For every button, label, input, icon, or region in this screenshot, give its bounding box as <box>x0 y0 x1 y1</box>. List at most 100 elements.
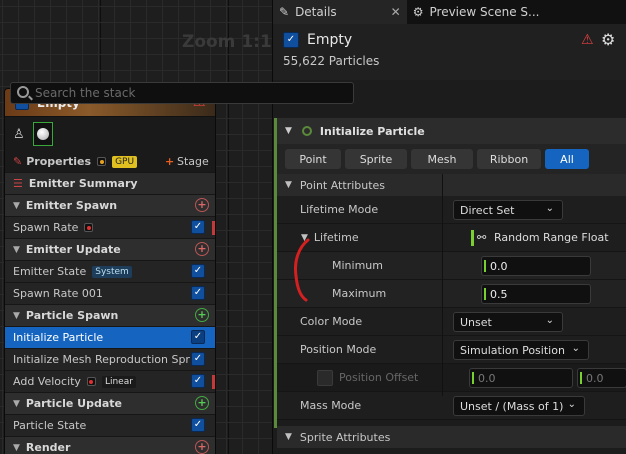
section-emitter-spawn[interactable]: ▼ Emitter Spawn + <box>5 195 215 217</box>
module-header[interactable]: ▼ Initialize Particle <box>277 118 626 144</box>
module-enable-checkbox[interactable]: ✓ <box>191 418 205 432</box>
maximum-input[interactable]: 0.5 <box>481 284 591 304</box>
property-label: Minimum <box>332 259 383 272</box>
figure-icon: ♙ <box>13 126 25 142</box>
properties-pin-icon <box>97 157 107 166</box>
filter-row: Point Sprite Mesh Ribbon All <box>277 144 626 174</box>
position-mode-row: Position Mode Simulation Position ⌄ <box>277 336 626 364</box>
module-emitter-state[interactable]: Emitter State System ✓ <box>5 261 215 283</box>
input-value: 0.0 <box>478 371 496 385</box>
color-mode-dropdown[interactable]: Unset ⌄ <box>453 312 563 332</box>
module-spawn-rate-001[interactable]: Spawn Rate 001 ✓ <box>5 283 215 305</box>
module-label: Initialize Mesh Reproduction Sprite <box>13 353 205 366</box>
minimum-row: Minimum 0.0 <box>277 252 626 280</box>
lifetime-mode-dropdown[interactable]: Direct Set ⌄ <box>453 200 563 220</box>
filter-mesh-button[interactable]: Mesh <box>411 149 473 169</box>
filter-sprite-button[interactable]: Sprite <box>345 149 407 169</box>
value-marker <box>471 230 474 246</box>
add-module-icon[interactable]: + <box>195 308 209 322</box>
dynamic-input-label[interactable]: Random Range Float <box>494 231 609 244</box>
section-particle-spawn[interactable]: ▼ Particle Spawn + <box>5 305 215 327</box>
module-label: Spawn Rate <box>13 221 79 234</box>
module-init-mesh[interactable]: Initialize Mesh Reproduction Sprite ✓ <box>5 349 215 371</box>
section-render[interactable]: ▼ Render + <box>5 437 215 454</box>
chevron-down-icon: ⌄ <box>567 399 576 410</box>
collapse-triangle-icon: ▼ <box>13 310 20 321</box>
mass-mode-dropdown[interactable]: Unset / (Mass of 1) ⌄ <box>453 396 585 416</box>
input-value: 0.0 <box>490 259 508 273</box>
position-offset-checkbox[interactable] <box>317 370 333 386</box>
section-emitter-update[interactable]: ▼ Emitter Update + <box>5 239 215 261</box>
link-icon[interactable]: ⚯ <box>477 231 491 245</box>
input-value: 0.5 <box>490 287 508 301</box>
module-label: Add Velocity <box>13 375 81 388</box>
asset-enable-checkbox[interactable]: ✓ <box>283 32 299 48</box>
property-label: Mass Mode <box>300 399 362 412</box>
close-icon[interactable]: ✕ <box>391 5 401 19</box>
position-offset-x-input[interactable]: 0.0 <box>469 368 573 388</box>
module-label: Initialize Particle <box>13 331 104 344</box>
section-label: Render <box>25 441 71 454</box>
gear-icon[interactable]: ⚙ <box>601 30 615 49</box>
module-pin-icon <box>86 377 96 386</box>
mass-mode-row: Mass Mode Unset / (Mass of 1) ⌄ <box>277 392 626 420</box>
emitter-node[interactable]: ✓ Empty ⚠ ♙ ✎ Properties GPU + Stage ☰ E… <box>4 88 216 454</box>
zoom-label: Zoom 1:1 <box>182 32 272 52</box>
tab-label: Details <box>295 5 337 19</box>
gear-icon: ⚙ <box>412 5 424 19</box>
module-enable-checkbox[interactable]: ✓ <box>191 374 205 388</box>
collapse-triangle-icon: ▼ <box>285 432 292 442</box>
search-placeholder: Search the stack <box>35 86 136 100</box>
position-mode-dropdown[interactable]: Simulation Position ⌄ <box>453 340 589 360</box>
module-label: Spawn Rate 001 <box>13 287 103 300</box>
renderer-thumbnail[interactable] <box>32 122 53 146</box>
module-add-velocity[interactable]: Add Velocity Linear ✓ <box>5 371 215 393</box>
red-annotation-mark <box>294 238 310 302</box>
emitter-summary-row[interactable]: ☰ Emitter Summary <box>5 173 215 195</box>
section-label: Emitter Update <box>25 243 121 256</box>
tab-details[interactable]: ✎ Details ✕ <box>273 0 407 24</box>
module-enable-checkbox[interactable]: ✓ <box>191 286 205 300</box>
filter-ribbon-button[interactable]: Ribbon <box>477 149 541 169</box>
search-icon <box>17 86 29 98</box>
graph-canvas[interactable]: Zoom 1:1 ✓ Empty ⚠ ♙ ✎ Properties GPU + … <box>0 0 272 454</box>
property-label: Lifetime <box>313 231 359 244</box>
collapse-triangle-icon: ▼ <box>285 180 292 190</box>
point-attributes-header[interactable]: ▼ Point Attributes <box>277 174 626 196</box>
minimum-input[interactable]: 0.0 <box>481 256 591 276</box>
column-divider[interactable] <box>442 174 443 396</box>
filter-point-button[interactable]: Point <box>285 149 341 169</box>
particle-count: 55,622 Particles <box>283 54 380 68</box>
module-enable-checkbox[interactable]: ✓ <box>191 330 205 344</box>
category-label: Point Attributes <box>299 178 386 192</box>
collapse-triangle-icon: ▼ <box>13 244 20 255</box>
dropdown-value: Simulation Position <box>460 343 565 357</box>
input-value: 0.0 <box>586 371 604 385</box>
section-particle-update[interactable]: ▼ Particle Update + <box>5 393 215 415</box>
asset-header: ✓ Empty 55,622 Particles ⚠ ⚙ <box>273 24 626 80</box>
property-label: Color Mode <box>300 315 363 328</box>
dropdown-value: Unset <box>460 315 492 329</box>
module-enable-checkbox[interactable]: ✓ <box>191 352 205 366</box>
stage-button[interactable]: Stage <box>177 155 209 168</box>
module-spawn-rate[interactable]: Spawn Rate ✓ <box>5 217 215 239</box>
add-module-icon[interactable]: + <box>195 242 209 256</box>
add-module-icon[interactable]: + <box>195 396 209 410</box>
filter-all-button[interactable]: All <box>545 149 589 169</box>
module-initialize-particle[interactable]: Initialize Particle ✓ <box>5 327 215 349</box>
module-enable-checkbox[interactable]: ✓ <box>191 264 205 278</box>
position-offset-y-input[interactable]: 0.0 <box>577 368 626 388</box>
add-module-icon[interactable]: + <box>195 198 209 212</box>
module-enable-checkbox[interactable]: ✓ <box>191 220 205 234</box>
sprite-attributes-header[interactable]: ▼ Sprite Attributes <box>277 426 626 448</box>
add-stage-icon[interactable]: + <box>165 155 174 168</box>
error-bar <box>212 221 215 235</box>
category-label: Sprite Attributes <box>299 430 391 444</box>
properties-row[interactable]: ✎ Properties GPU + Stage <box>5 151 215 173</box>
gpu-tag: GPU <box>112 155 138 168</box>
search-input[interactable]: Search the stack <box>10 82 354 104</box>
add-module-icon[interactable]: + <box>195 440 209 454</box>
position-offset-row: Position Offset 0.0 0.0 <box>277 364 626 392</box>
tab-preview-scene[interactable]: ⚙ Preview Scene S... <box>407 0 546 24</box>
module-particle-state[interactable]: Particle State ✓ <box>5 415 215 437</box>
